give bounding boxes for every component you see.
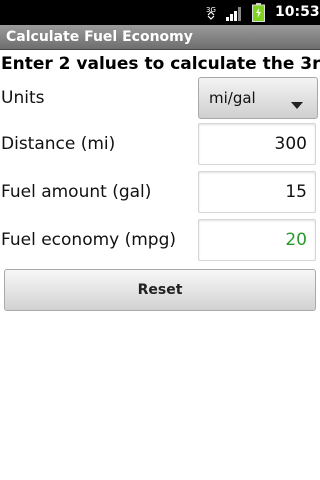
- battery-charging-icon: [252, 3, 265, 22]
- status-time: 10:53: [275, 4, 320, 20]
- status-bar: 3G 10:53: [0, 0, 320, 25]
- app-title-bar: Calculate Fuel Economy: [0, 25, 320, 50]
- units-label: Units: [1, 88, 45, 108]
- fuel-amount-label: Fuel amount (gal): [1, 182, 152, 202]
- fuel-economy-input[interactable]: 20: [198, 219, 316, 261]
- distance-label: Distance (mi): [1, 134, 116, 154]
- fuel-economy-label: Fuel economy (mpg): [1, 230, 177, 250]
- units-selected-value: mi/gal: [209, 89, 256, 107]
- distance-input[interactable]: 300: [198, 123, 316, 165]
- reset-button[interactable]: Reset: [4, 269, 316, 311]
- fuel-amount-input[interactable]: 15: [198, 171, 316, 213]
- signal-strength-icon: [226, 6, 242, 21]
- units-dropdown[interactable]: mi/gal: [198, 77, 318, 119]
- network-3g-icon: 3G: [205, 5, 217, 21]
- app-title: Calculate Fuel Economy: [6, 29, 193, 45]
- dropdown-arrow-icon: [291, 95, 303, 114]
- instruction-text: Enter 2 values to calculate the 3rd: [1, 54, 320, 74]
